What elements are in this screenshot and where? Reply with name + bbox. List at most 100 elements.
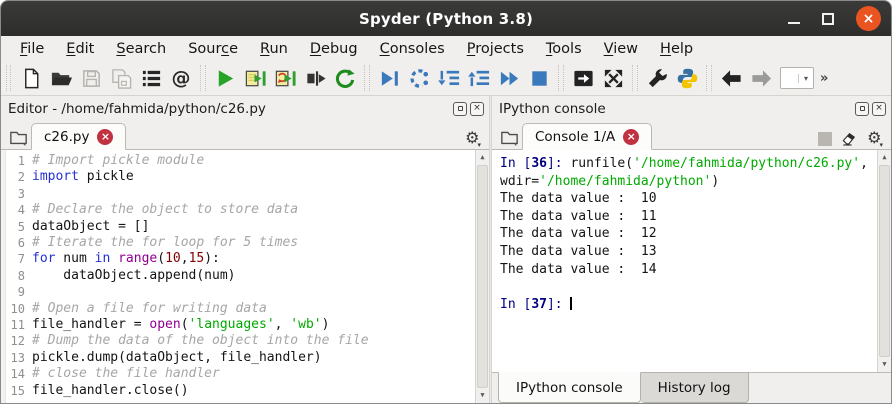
stop-debugging-button[interactable] <box>524 63 554 93</box>
menu-item-help[interactable]: Help <box>649 39 704 59</box>
close-tab-icon[interactable]: × <box>97 128 114 145</box>
console-line: The data value : 10 <box>500 191 657 207</box>
scrollbar-thumb[interactable] <box>879 165 890 357</box>
browse-tabs-button[interactable] <box>496 125 522 149</box>
console-pane-header: IPython console × <box>492 96 891 121</box>
code-line: 2 import pickle <box>6 169 475 185</box>
fullscreen-button[interactable] <box>598 63 628 93</box>
close-tab-icon[interactable]: × <box>623 128 640 145</box>
code-line: 5 dataObject = [] <box>6 219 475 235</box>
console-options-button[interactable]: ⚙▾ <box>867 128 883 150</box>
new-file-button[interactable] <box>16 63 46 93</box>
preferences-button[interactable] <box>642 63 672 93</box>
step-over-button[interactable] <box>404 63 434 93</box>
step-return-button[interactable] <box>464 63 494 93</box>
folder-icon <box>9 131 27 146</box>
line-number: 13 <box>10 350 25 365</box>
step-into-button[interactable] <box>434 63 464 93</box>
line-number: 4 <box>17 203 25 218</box>
console-line: The data value : 11 <box>500 208 657 224</box>
undock-pane-icon[interactable] <box>855 101 869 116</box>
title-bar[interactable]: Spyder (Python 3.8) × <box>1 1 891 36</box>
python-logo-icon <box>677 68 697 88</box>
interrupt-kernel-icon[interactable] <box>818 131 833 146</box>
console-line: The data value : 13 <box>500 243 657 259</box>
step-return-icon <box>467 70 489 86</box>
forward-button[interactable] <box>746 63 776 93</box>
python-path-manager-button[interactable] <box>672 63 702 93</box>
menu-item-edit[interactable]: Edit <box>55 39 105 59</box>
run-cell-button[interactable] <box>240 63 270 93</box>
scroll-down-icon[interactable]: ▼ <box>878 358 891 371</box>
window-title: Spyder (Python 3.8) <box>358 9 534 28</box>
scrollbar-thumb[interactable] <box>477 165 488 388</box>
menu-item-debug[interactable]: Debug <box>299 39 369 59</box>
editor-tab-label: c26.py <box>44 128 90 145</box>
run-file-button[interactable] <box>210 63 240 93</box>
menu-item-run[interactable]: Run <box>249 39 299 59</box>
console-tab-1a[interactable]: Console 1/A × <box>522 123 653 150</box>
rerun-cell-advance-button[interactable] <box>270 63 300 93</box>
back-button[interactable] <box>716 63 746 93</box>
menu-item-search[interactable]: Search <box>105 39 177 59</box>
scroll-up-icon[interactable]: ▲ <box>878 151 891 164</box>
find-symbols-button[interactable]: @ <box>166 63 196 93</box>
close-button[interactable]: × <box>856 6 881 31</box>
menu-item-consoles[interactable]: Consoles <box>369 39 456 59</box>
file-switcher-button[interactable] <box>136 63 166 93</box>
tab-history-log[interactable]: History log <box>640 372 749 403</box>
menu-item-tools[interactable]: Tools <box>535 39 593 59</box>
open-folder-icon <box>51 72 72 85</box>
debug-file-button[interactable] <box>374 63 404 93</box>
eraser-icon[interactable] <box>841 131 858 146</box>
fullscreen-icon <box>604 69 622 87</box>
spyder-window: Spyder (Python 3.8) × File Edit Search Sour… <box>0 0 892 404</box>
back-arrow-icon <box>721 69 741 87</box>
menu-item-file[interactable]: File <box>9 39 55 59</box>
code-line: 14 # close the file handler <box>6 366 475 382</box>
editor-options-button[interactable]: ⚙▾ <box>465 128 481 150</box>
scroll-up-icon[interactable]: ▲ <box>476 151 489 164</box>
rerun-script-button[interactable] <box>330 63 360 93</box>
menu-item-view[interactable]: View <box>593 39 649 59</box>
tab-ipython-console[interactable]: IPython console <box>498 372 641 403</box>
editor-tab-c26[interactable]: c26.py × <box>31 123 127 150</box>
toolbar-separator <box>706 65 712 91</box>
code-line: 4 # Declare the object to store data <box>6 202 475 218</box>
save-icon <box>82 69 100 87</box>
console-output-area[interactable]: In [36]: runfile('/home/fahmida/python/c… <box>492 150 891 372</box>
undock-pane-icon[interactable] <box>453 101 467 116</box>
chevron-down-icon: ▾ <box>798 73 813 83</box>
code-line: 3 <box>6 186 475 202</box>
line-number: 3 <box>17 186 25 201</box>
chevron-down-icon: ▾ <box>879 141 883 149</box>
console-scrollbar[interactable]: ▲ ▼ <box>877 150 891 372</box>
editor-pane-header: Editor - /home/fahmida/python/c26.py × <box>1 96 489 121</box>
toolbar-separator <box>632 65 638 91</box>
scroll-down-icon[interactable]: ▼ <box>476 389 489 402</box>
toolbar-overflow-button[interactable]: » <box>820 71 828 86</box>
save-file-button[interactable] <box>76 63 106 93</box>
close-pane-icon[interactable]: × <box>470 101 484 116</box>
rerun-icon <box>335 68 355 88</box>
cursor-position-dropdown[interactable]: ▾ <box>780 67 814 89</box>
continue-execution-button[interactable] <box>494 63 524 93</box>
maximize-button[interactable] <box>822 12 834 25</box>
run-selection-button[interactable] <box>300 63 330 93</box>
line-number: 6 <box>17 236 25 251</box>
code-line: 6 # Iterate the for loop for 5 times <box>6 235 475 251</box>
console-pane: IPython console × Console 1/A × ⚙▾ In [3… <box>492 96 891 403</box>
editor-scrollbar[interactable]: ▲ ▼ <box>475 150 489 403</box>
browse-tabs-button[interactable] <box>5 125 31 149</box>
close-pane-icon[interactable]: × <box>872 101 886 116</box>
minimize-button[interactable] <box>788 21 800 24</box>
save-all-button[interactable] <box>106 63 136 93</box>
editor-code-area[interactable]: 1 # Import pickle module 2 import pickle 3 4… <box>1 150 489 403</box>
open-file-button[interactable] <box>46 63 76 93</box>
menu-item-projects[interactable]: Projects <box>456 39 535 59</box>
console-line: In [37]: <box>500 296 572 312</box>
console-output: In [36]: runfile('/home/fahmida/python/c… <box>500 150 877 372</box>
maximize-pane-button[interactable] <box>568 63 598 93</box>
menu-item-source[interactable]: Source <box>177 39 249 59</box>
run-cell-icon <box>245 70 266 86</box>
